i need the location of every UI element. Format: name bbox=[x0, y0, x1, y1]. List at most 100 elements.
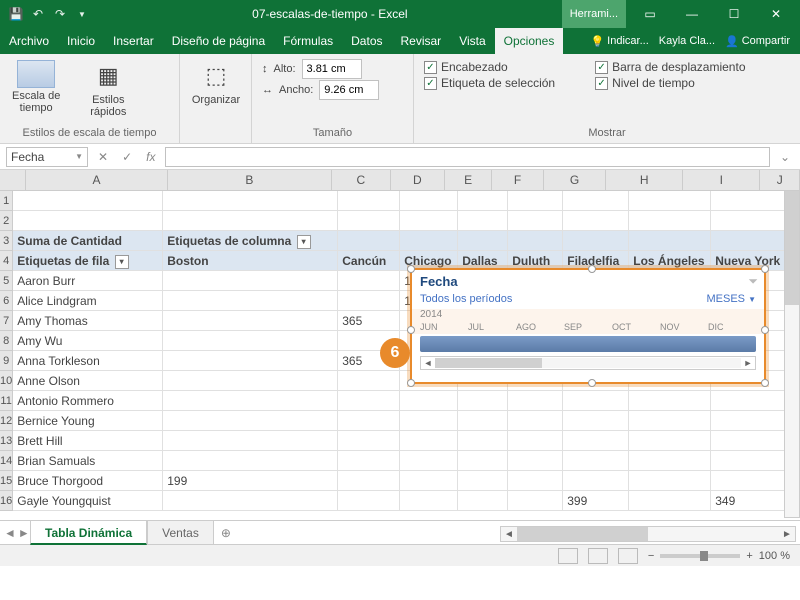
cell[interactable] bbox=[508, 451, 563, 470]
tell-me[interactable]: 💡 Indicar... bbox=[590, 35, 648, 48]
cell[interactable] bbox=[163, 391, 338, 410]
cell[interactable]: 365 bbox=[338, 311, 400, 330]
resize-handle[interactable] bbox=[407, 326, 415, 334]
cell[interactable] bbox=[563, 391, 629, 410]
tab-inicio[interactable]: Inicio bbox=[58, 28, 104, 54]
row-header[interactable]: 5 bbox=[0, 271, 13, 291]
quick-styles-button[interactable]: ▦ Estilos rápidos bbox=[82, 58, 134, 120]
cell[interactable] bbox=[711, 451, 793, 470]
ribbon-display-icon[interactable]: ▭ bbox=[630, 0, 670, 28]
cell[interactable]: Anne Olson bbox=[13, 371, 163, 390]
cell[interactable] bbox=[338, 391, 400, 410]
zoom-level[interactable]: 100 % bbox=[759, 550, 790, 562]
cell[interactable] bbox=[338, 191, 400, 210]
col-header[interactable]: G bbox=[544, 170, 606, 190]
cell[interactable] bbox=[338, 231, 400, 250]
timeline-scale-button[interactable]: Escala de tiempo bbox=[10, 58, 62, 116]
row-header[interactable]: 6 bbox=[0, 291, 13, 311]
row-header[interactable]: 8 bbox=[0, 331, 13, 351]
qat-dropdown-icon[interactable]: ▼ bbox=[74, 6, 90, 22]
maximize-icon[interactable]: ☐ bbox=[714, 0, 754, 28]
name-box[interactable]: Fecha▼ bbox=[6, 147, 88, 167]
cell[interactable] bbox=[508, 491, 563, 510]
cell[interactable] bbox=[400, 231, 458, 250]
cell[interactable] bbox=[711, 471, 793, 490]
cell[interactable] bbox=[163, 211, 338, 230]
cell[interactable]: Boston bbox=[163, 251, 338, 270]
spreadsheet-grid[interactable]: ABCDEFGHIJ 12345678910111213141516 Suma … bbox=[0, 170, 800, 520]
cell[interactable] bbox=[563, 191, 629, 210]
user-account[interactable]: Kayla Cla... bbox=[659, 35, 715, 47]
cell[interactable] bbox=[508, 191, 563, 210]
tab-archivo[interactable]: Archivo bbox=[0, 28, 58, 54]
cell[interactable]: 199 bbox=[163, 471, 338, 490]
cell[interactable] bbox=[163, 411, 338, 430]
resize-handle[interactable] bbox=[588, 379, 596, 387]
formula-bar[interactable] bbox=[165, 147, 769, 167]
tab-revisar[interactable]: Revisar bbox=[392, 28, 451, 54]
cell[interactable]: 349 bbox=[711, 491, 793, 510]
cell[interactable] bbox=[458, 211, 508, 230]
cell[interactable]: Etiquetas de columna ▾ bbox=[163, 231, 338, 250]
cell[interactable] bbox=[563, 211, 629, 230]
cell[interactable]: Amy Thomas bbox=[13, 311, 163, 330]
cell[interactable] bbox=[711, 191, 793, 210]
cell[interactable] bbox=[629, 431, 711, 450]
row-header[interactable]: 1 bbox=[0, 191, 13, 211]
cell[interactable] bbox=[629, 191, 711, 210]
cell[interactable] bbox=[458, 231, 508, 250]
row-header[interactable]: 4 bbox=[0, 251, 13, 271]
cell[interactable] bbox=[458, 191, 508, 210]
cell[interactable] bbox=[338, 411, 400, 430]
cell[interactable] bbox=[629, 451, 711, 470]
cell[interactable] bbox=[163, 191, 338, 210]
height-input[interactable] bbox=[302, 59, 362, 79]
clear-filter-icon[interactable]: ⏷ bbox=[748, 274, 758, 289]
cell[interactable] bbox=[711, 231, 793, 250]
expand-formula-icon[interactable]: ⌄ bbox=[776, 150, 794, 164]
row-header[interactable]: 14 bbox=[0, 451, 13, 471]
cell[interactable] bbox=[458, 431, 508, 450]
col-header[interactable]: J bbox=[760, 170, 800, 190]
add-sheet-icon[interactable]: ⊕ bbox=[214, 526, 238, 540]
col-header[interactable]: B bbox=[168, 170, 333, 190]
cell[interactable] bbox=[711, 211, 793, 230]
col-header[interactable]: I bbox=[683, 170, 760, 190]
enter-formula-icon[interactable]: ✓ bbox=[118, 150, 136, 164]
chk-selection-label[interactable]: ✓ bbox=[424, 77, 437, 90]
resize-handle[interactable] bbox=[588, 265, 596, 273]
cell[interactable] bbox=[400, 451, 458, 470]
cell[interactable] bbox=[563, 471, 629, 490]
cell[interactable] bbox=[458, 411, 508, 430]
row-header[interactable]: 9 bbox=[0, 351, 13, 371]
timeline-level[interactable]: MESES ▼ bbox=[707, 293, 757, 305]
cell[interactable] bbox=[629, 471, 711, 490]
cell[interactable] bbox=[629, 231, 711, 250]
tab-insertar[interactable]: Insertar bbox=[104, 28, 163, 54]
cell[interactable] bbox=[458, 391, 508, 410]
redo-icon[interactable]: ↷ bbox=[52, 6, 68, 22]
cell[interactable] bbox=[711, 431, 793, 450]
minimize-icon[interactable]: — bbox=[672, 0, 712, 28]
cell[interactable] bbox=[163, 491, 338, 510]
cell[interactable] bbox=[13, 211, 163, 230]
cell[interactable] bbox=[458, 471, 508, 490]
cell[interactable] bbox=[508, 211, 563, 230]
cell[interactable] bbox=[400, 431, 458, 450]
scroll-right-icon[interactable]: ► bbox=[741, 358, 755, 368]
cell[interactable] bbox=[400, 211, 458, 230]
cell[interactable]: Brian Samuals bbox=[13, 451, 163, 470]
timeline-scrollbar[interactable]: ◄ ► bbox=[420, 356, 756, 370]
cell[interactable] bbox=[163, 371, 338, 390]
timeline-month[interactable]: JUN bbox=[420, 322, 468, 332]
col-header[interactable]: D bbox=[391, 170, 446, 190]
cell[interactable] bbox=[400, 391, 458, 410]
cell[interactable] bbox=[711, 391, 793, 410]
cell[interactable]: Alice Lindgram bbox=[13, 291, 163, 310]
resize-handle[interactable] bbox=[407, 265, 415, 273]
vertical-scrollbar[interactable] bbox=[784, 190, 800, 518]
col-header[interactable]: H bbox=[606, 170, 683, 190]
zoom-slider[interactable] bbox=[660, 554, 740, 558]
cell[interactable] bbox=[508, 411, 563, 430]
undo-icon[interactable]: ↶ bbox=[30, 6, 46, 22]
